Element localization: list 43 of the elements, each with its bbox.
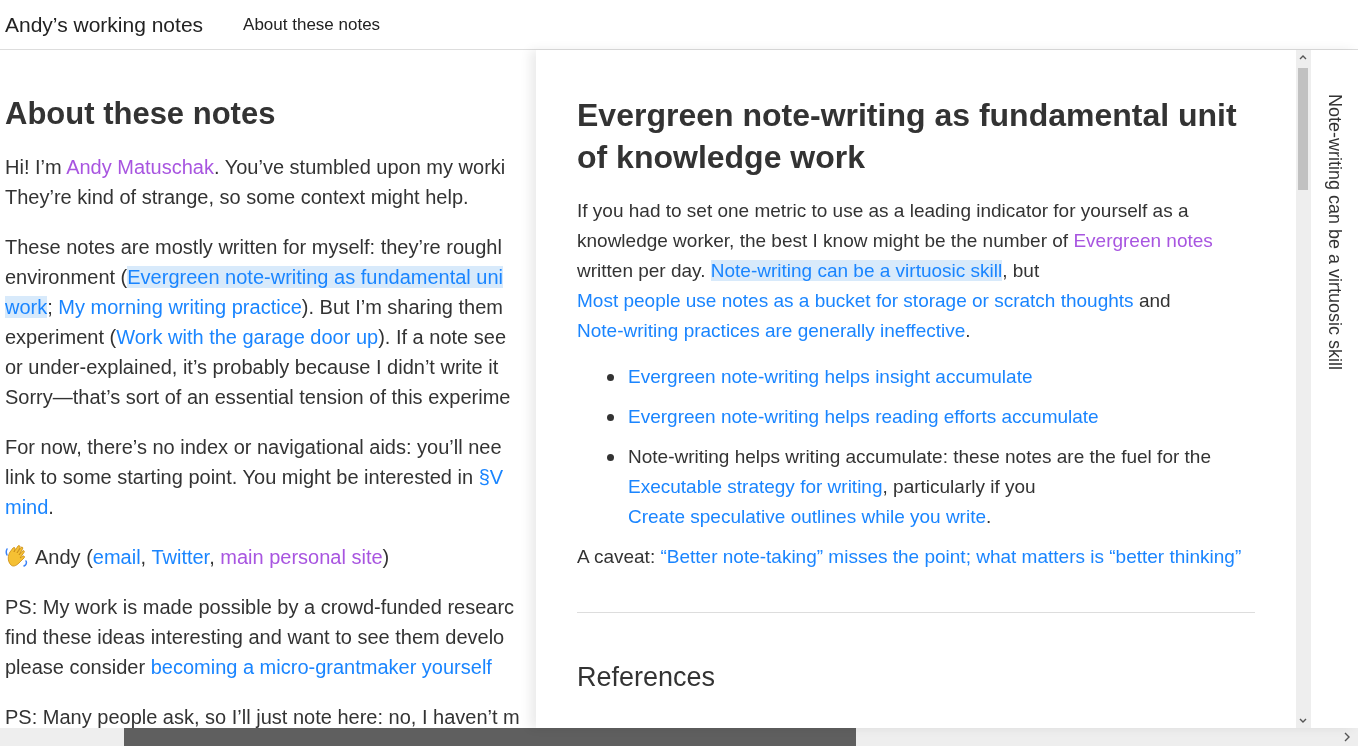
waving-hand-icon [5, 543, 29, 569]
paragraph: Andy (email, Twitter, main personal site) [5, 542, 536, 572]
stacked-note-title[interactable]: Note-writing can be a virtuosic skill [1321, 94, 1348, 371]
paragraph: PS: My work is made possible by a crowd-funded researc find these ideas interesting and want to see them develo please consider becoming a micro-grantmaker yourself [5, 595, 516, 680]
nav-link[interactable]: About these notes [243, 11, 381, 38]
paragraph: Hi! I’m Andy Matuschak. You’ve stumbled upon my worki They’re kind of strange, so some context might help. [5, 155, 507, 210]
scrollbar-thumb[interactable] [124, 728, 856, 746]
link[interactable]: Note-writing practices are generally ineffective [577, 320, 966, 341]
bullet-icon [607, 374, 614, 381]
link[interactable]: Most people use notes as a bucket for storage or scratch thoughts [577, 290, 1134, 311]
link[interactable]: Evergreen note-writing helps insight accumulate [628, 366, 1033, 387]
link[interactable]: mind [5, 496, 49, 518]
link[interactable]: Twitter [151, 546, 210, 568]
scrollbar-thumb[interactable] [1298, 68, 1308, 190]
link[interactable]: Executable strategy for writing [628, 476, 883, 497]
paragraph: A caveat: “Better note-taking” misses the point; what matters is “better thinking” [577, 545, 1243, 569]
link[interactable]: Evergreen note-writing helps reading efforts accumulate [628, 406, 1099, 427]
paragraph: PS: Many people ask, so I’ll just note here: no, I haven’t m [5, 705, 521, 728]
vertical-scrollbar[interactable] [1296, 50, 1310, 728]
section-heading: References [577, 661, 717, 693]
link[interactable]: Note-writing can be a virtuosic skill [710, 260, 1003, 281]
link[interactable]: main personal site [220, 546, 383, 568]
horizontal-scrollbar[interactable] [0, 728, 1358, 746]
site-title[interactable]: Andy’s working notes [5, 8, 204, 41]
paragraph: For now, there’s no index or navigational aids: you’ll nee link to some starting point. You might be interested in §V mind. [5, 435, 505, 520]
note-heading: Evergreen note-writing as fundamental unit of knowledge work [577, 96, 1238, 177]
link[interactable]: §V [478, 466, 504, 488]
link[interactable]: Evergreen note-writing as fundamental uni [127, 266, 504, 288]
link[interactable]: work [5, 296, 48, 318]
list-item-text: Note-writing helps writing accumulate: these notes are the fuel for the Executable strategy for writing, particularly if you Create speculative outlines while you write. [628, 445, 1212, 529]
link[interactable]: Create speculative outlines while you write [628, 506, 986, 527]
link[interactable]: becoming a micro-grantmaker yourself [150, 656, 492, 678]
link[interactable]: email [92, 546, 141, 568]
paragraph: These notes are mostly written for myself: they’re roughl environment (Evergreen note-writing as fundamental uni work; My morning writing practice). But I’m sharing them experiment (Work with the garage door up). If a note see or under-explained, it’s probably because I didn’t write it Sorry—that’s sort of an essential tension of this experime [5, 235, 512, 410]
link[interactable]: Work with the garage door up [116, 326, 379, 348]
link[interactable]: “Better note-taking” misses the point; what matters is “better thinking” [660, 546, 1242, 567]
link[interactable]: Evergreen notes [1073, 230, 1213, 251]
paragraph: If you had to set one metric to use as a leading indicator for yourself as a knowledge worker, the best I know might be the number of Evergreen notes written per day. Note-writing can be a virtuosic skill, but Most people use notes as a bucket for storage or scratch thoughts and Note-writing practices are generally ineffective. [577, 199, 1214, 343]
bullet-icon [607, 454, 614, 461]
page-heading: About these notes [5, 95, 277, 133]
bullet-icon [607, 414, 614, 421]
link[interactable]: Andy Matuschak [66, 156, 214, 178]
link[interactable]: My morning writing practice [58, 296, 302, 318]
